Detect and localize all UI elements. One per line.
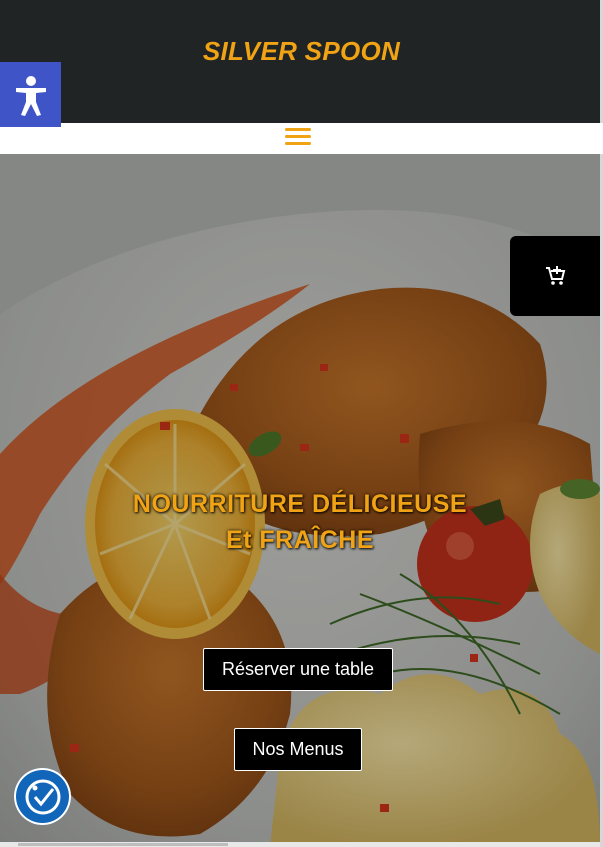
accessibility-widget-button[interactable] (14, 768, 71, 825)
site-logo-text[interactable]: SILVER SPOON (0, 36, 603, 67)
hero-title-line1: NOURRITURE DÉLICIEUSE (132, 490, 468, 518)
accessibility-toolbar-button[interactable] (0, 62, 61, 127)
scrollbar-thumb[interactable] (18, 843, 228, 846)
site-header: SILVER SPOON (0, 0, 603, 123)
our-menus-button[interactable]: Nos Menus (234, 728, 362, 771)
hero-title-line2: Et FRAÎCHE (225, 526, 375, 554)
add-to-cart-icon (546, 266, 566, 285)
cart-button[interactable] (510, 236, 600, 316)
accessibility-person-icon (15, 75, 46, 116)
accessibility-check-icon (25, 779, 60, 814)
hero-title: NOURRITURE DÉLICIEUSE Et FRAÎCHE (0, 486, 600, 558)
hamburger-menu-icon[interactable] (285, 128, 311, 146)
reserve-table-button[interactable]: Réserver une table (203, 648, 393, 691)
